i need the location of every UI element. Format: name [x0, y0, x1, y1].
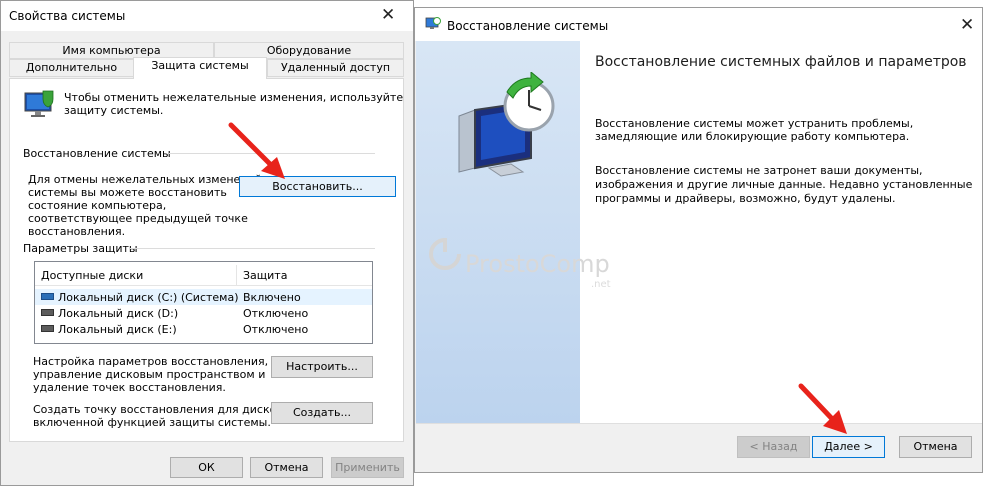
tab-label: Оборудование [266, 44, 352, 57]
para1-line1: Восстановление системы может устранить п… [595, 117, 914, 130]
cancel-button[interactable]: Отмена [250, 457, 323, 478]
configure-desc-line2: управление дисковым пространством и [33, 368, 266, 381]
table-header: Доступные диски Защита [35, 265, 372, 286]
disk-status: Отключено [243, 307, 309, 320]
ok-button-label: ОК [198, 461, 215, 474]
restore-desc-line2: системы вы можете восстановить [28, 186, 227, 199]
tab-label: Имя компьютера [62, 44, 161, 57]
cancel-button-label: Отмена [913, 440, 958, 453]
disk-name: Локальный диск (D:) [58, 307, 179, 320]
protection-group-title: Параметры защиты [23, 242, 138, 255]
restore-app-icon [425, 17, 441, 31]
tab-label: Удаленный доступ [280, 61, 391, 74]
configure-desc-line1: Настройка параметров восстановления, [33, 355, 269, 368]
tab-system-protection[interactable]: Защита системы [133, 57, 267, 79]
restore-monitor-clock-icon [445, 70, 565, 182]
table-row[interactable]: Локальный диск (E:) Отключено [35, 321, 372, 337]
apply-button[interactable]: Применить [331, 457, 404, 478]
disk-status: Отключено [243, 323, 309, 336]
tab-remote[interactable]: Удаленный доступ [267, 59, 404, 77]
tab-label: Защита системы [151, 59, 249, 72]
footer-divider [416, 423, 982, 424]
divider [129, 248, 375, 249]
cancel-button[interactable]: Отмена [899, 436, 972, 458]
create-desc-line2: включенной функцией защиты системы. [33, 416, 271, 429]
system-disk-icon [41, 293, 54, 300]
table-row[interactable]: Локальный диск (D:) Отключено [35, 305, 372, 321]
restore-group-title: Восстановление системы [23, 147, 171, 160]
restore-desc-line4: соответствующее предыдущей точке [28, 212, 248, 225]
red-arrow-icon [228, 122, 285, 179]
tab-label: Дополнительно [25, 61, 118, 74]
ok-button[interactable]: ОК [170, 457, 243, 478]
back-button-label: < Назад [749, 440, 798, 453]
wizard-heading: Восстановление системных файлов и параме… [595, 54, 967, 70]
apply-button-label: Применить [335, 461, 400, 474]
system-properties-window: Свойства системы ✕ Имя компьютера Оборуд… [0, 0, 414, 486]
title-bar[interactable]: Свойства системы ✕ [1, 1, 413, 31]
next-button-label: Далее > [824, 440, 873, 453]
system-protection-icon [23, 89, 57, 119]
window-title: Восстановление системы [447, 19, 609, 33]
para1-line2: замедляющие или блокирующие работу компь… [595, 130, 910, 143]
watermark-text: ProstoComp [465, 250, 610, 278]
restore-desc-line5: восстановления. [28, 225, 126, 238]
para2-line2: изображения и другие личные данные. Неда… [595, 178, 973, 191]
watermark-logo-icon [427, 236, 463, 272]
column-header-protection[interactable]: Защита [243, 269, 287, 282]
column-divider [236, 265, 237, 285]
disk-status: Включено [243, 291, 301, 304]
table-row[interactable]: Локальный диск (C:) (Система) Включено [35, 289, 372, 305]
disk-icon [41, 325, 54, 332]
cancel-button-label: Отмена [264, 461, 309, 474]
tab-advanced[interactable]: Дополнительно [9, 59, 134, 77]
create-desc-line1: Создать точку восстановления для дисков … [33, 403, 293, 416]
watermark-subtext: .net [591, 279, 611, 290]
intro-text-line1: Чтобы отменить нежелательные изменения, … [64, 91, 404, 104]
para2-line3: программы и драйверы, возможно, будут уд… [595, 192, 896, 205]
disk-name: Локальный диск (E:) [58, 323, 177, 336]
para2-line1: Восстановление системы не затронет ваши … [595, 164, 923, 177]
create-button[interactable]: Создать... [271, 402, 373, 424]
title-bar[interactable]: Восстановление системы ✕ [415, 8, 982, 41]
create-button-label: Создать... [293, 406, 351, 419]
window-title: Свойства системы [9, 9, 126, 23]
disk-icon [41, 309, 54, 316]
column-header-disks[interactable]: Доступные диски [41, 269, 143, 282]
wizard-content [580, 41, 982, 423]
disks-table[interactable]: Доступные диски Защита Локальный диск (C… [34, 261, 373, 344]
red-arrow-icon [798, 383, 847, 434]
configure-button-label: Настроить... [286, 360, 358, 373]
close-icon[interactable]: ✕ [381, 5, 395, 25]
restore-desc-line3: состояние компьютера, [28, 199, 167, 212]
disk-name: Локальный диск (C:) (Система) [58, 291, 239, 304]
configure-button[interactable]: Настроить... [271, 356, 373, 378]
configure-desc-line3: удаление точек восстановления. [33, 381, 226, 394]
system-restore-window: Восстановление системы ✕ Восстановление … [414, 7, 983, 473]
intro-text-line2: защиту системы. [64, 104, 164, 117]
close-icon[interactable]: ✕ [960, 15, 974, 35]
